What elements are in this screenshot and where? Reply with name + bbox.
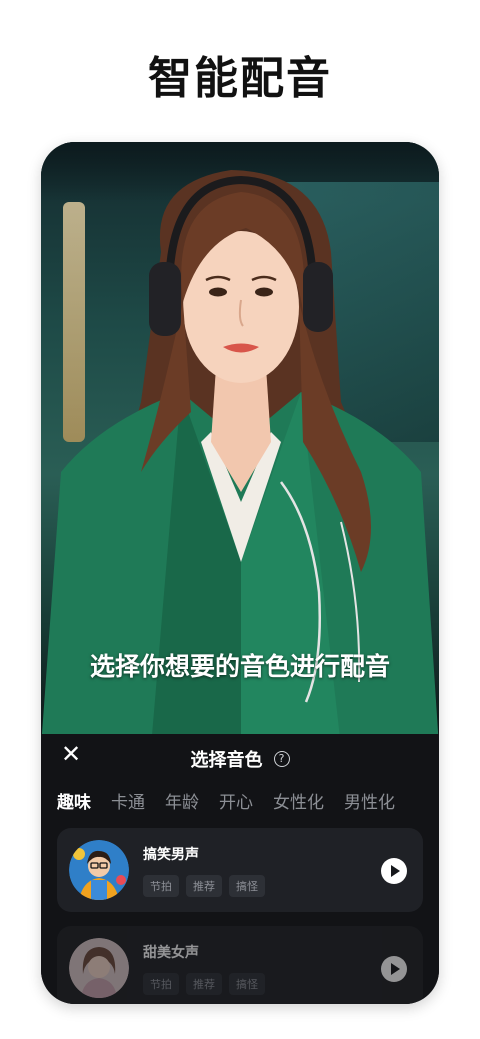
voice-tag: 节拍 [143, 875, 179, 897]
tab-cartoon[interactable]: 卡通 [111, 788, 145, 813]
tab-feminine[interactable]: 女性化 [273, 788, 324, 813]
sheet-title: 选择音色 [190, 750, 263, 771]
voice-tag: 节拍 [143, 973, 179, 995]
play-icon[interactable] [381, 956, 407, 982]
phone-frame: 选择你想要的音色进行配音 ✕ 选择音色 ? 趣味 卡通 年龄 开心 女性化 男性… [41, 142, 439, 1004]
tab-masculine[interactable]: 男性化 [344, 788, 395, 813]
tab-fun[interactable]: 趣味 [57, 788, 91, 813]
tab-happy[interactable]: 开心 [219, 788, 253, 813]
voice-tags: 节拍 推荐 搞怪 [143, 973, 272, 995]
category-tabs: 趣味 卡通 年龄 开心 女性化 男性化 [57, 788, 437, 813]
voice-name: 甜美女声 [143, 945, 199, 961]
hero-caption: 选择你想要的音色进行配音 [89, 652, 390, 681]
voice-tags: 节拍 推荐 搞怪 [143, 875, 272, 897]
sheet-header: 选择音色 ? [41, 746, 439, 772]
voice-tag: 推荐 [186, 973, 222, 995]
tab-age[interactable]: 年龄 [165, 788, 199, 813]
voice-card[interactable]: 搞笑男声 节拍 推荐 搞怪 [57, 828, 423, 912]
avatar [69, 938, 129, 998]
voice-select-sheet: ✕ 选择音色 ? 趣味 卡通 年龄 开心 女性化 男性化 搞笑男声 节拍 推荐 … [41, 734, 439, 1004]
voice-card[interactable]: 甜美女声 节拍 推荐 搞怪 [57, 926, 423, 1004]
voice-tag: 搞怪 [229, 973, 265, 995]
help-circle-icon[interactable]: ? [273, 751, 290, 767]
page-headline: 智能配音 [148, 53, 332, 104]
avatar [69, 840, 129, 900]
play-icon[interactable] [381, 858, 407, 884]
voice-tag: 推荐 [186, 875, 222, 897]
hero-image: 选择你想要的音色进行配音 [41, 142, 439, 747]
voice-name: 搞笑男声 [143, 847, 199, 863]
voice-tag: 搞怪 [229, 875, 265, 897]
